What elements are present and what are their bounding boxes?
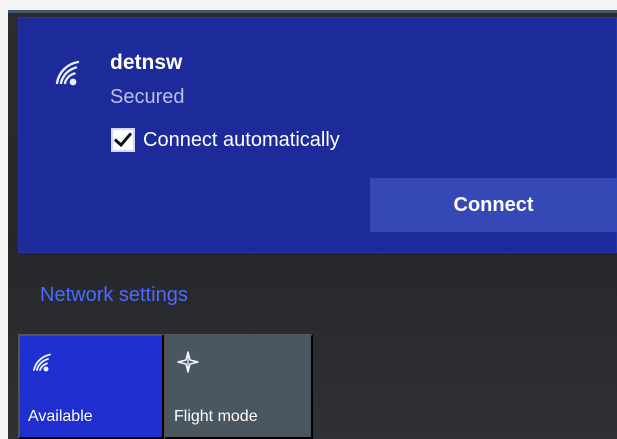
flight-mode-label: Flight mode [174,408,258,425]
checkmark-icon [113,132,133,148]
wifi-available-tile[interactable]: Available [18,334,164,439]
connect-automatically-option[interactable]: Connect automatically [111,128,340,152]
selected-network-card: detnsw Secured Connect automatically Con… [18,17,617,253]
network-name: detnsw [110,51,183,74]
airplane-icon [176,350,200,374]
wifi-available-label: Available [28,408,93,425]
wifi-icon [30,350,54,374]
connect-automatically-checkbox[interactable] [111,128,135,152]
network-security-status: Secured [110,86,185,108]
quick-action-tiles: Available Flight mode [18,334,318,439]
network-flyout: detnsw Secured Connect automatically Con… [8,10,617,439]
connect-button[interactable]: Connect [370,178,617,232]
flight-mode-tile[interactable]: Flight mode [164,334,313,439]
connect-automatically-label: Connect automatically [143,129,340,151]
wifi-icon [50,55,84,89]
network-settings-link[interactable]: Network settings [40,283,188,307]
